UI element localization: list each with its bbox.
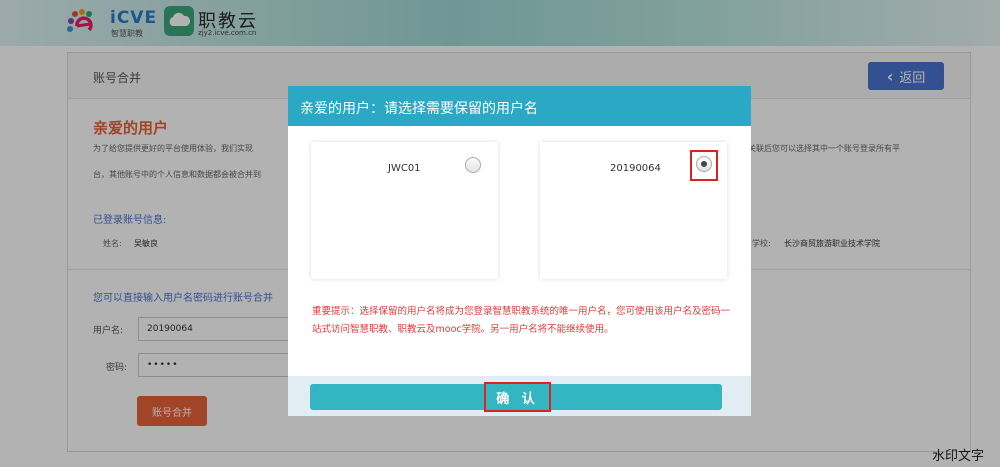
select-username-dialog: 亲爱的用户：请选择需要保留的用户名 JWC01 20190064 重要提示：选择… [288, 86, 751, 416]
radio-button[interactable] [465, 157, 481, 173]
radio-button-selected[interactable] [696, 156, 712, 172]
dialog-footer: 确 认 [288, 376, 751, 416]
radio-dot-icon [701, 161, 707, 167]
important-notice: 重要提示：选择保留的用户名将成为您登录智慧职教系统的唯一用户名，您可使用该用户名… [312, 306, 731, 335]
confirm-button[interactable]: 确 认 [310, 382, 722, 412]
username-option-label: JWC01 [388, 163, 421, 174]
confirm-button-label: 确 认 [484, 382, 551, 412]
username-option-label: 20190064 [610, 163, 661, 174]
username-option-card[interactable]: 20190064 [540, 142, 727, 279]
dialog-title: 亲爱的用户：请选择需要保留的用户名 [300, 101, 538, 117]
watermark-text: 水印文字 [932, 449, 985, 464]
username-option-card[interactable]: JWC01 [311, 142, 498, 279]
dialog-header: 亲爱的用户：请选择需要保留的用户名 [288, 86, 751, 126]
